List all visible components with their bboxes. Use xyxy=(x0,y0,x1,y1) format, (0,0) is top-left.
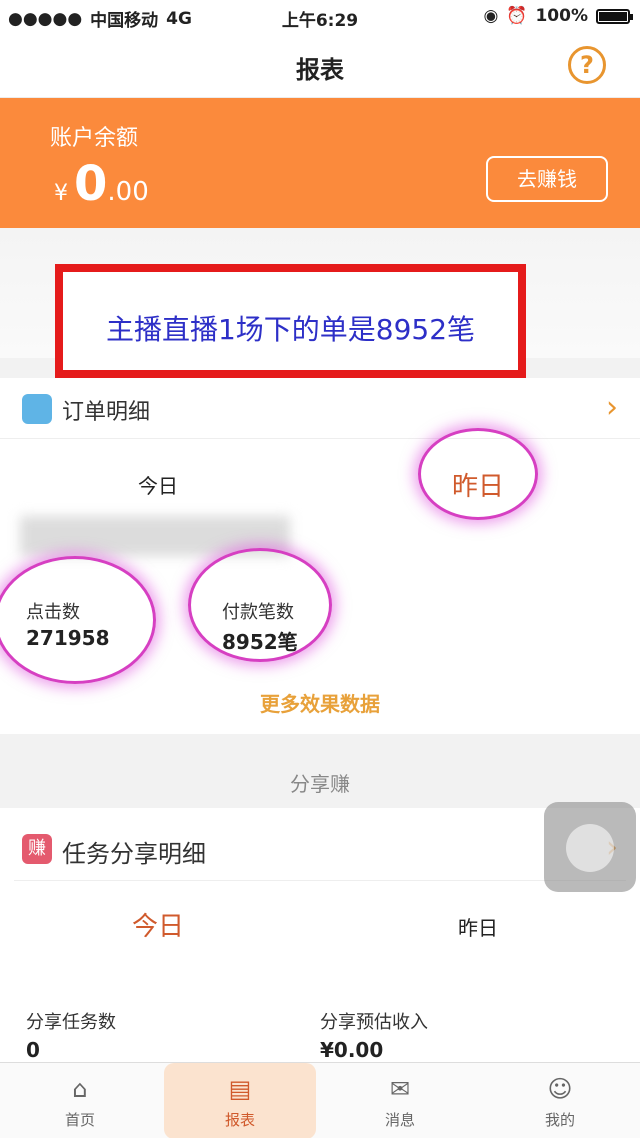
tab-profile-label: 我的 xyxy=(544,1111,575,1129)
share-earn-divider: 分享赚 xyxy=(290,772,350,796)
report-icon: ▤ xyxy=(228,1075,252,1103)
tab-profile[interactable]: ☺ 我的 xyxy=(480,1063,640,1138)
order-detail-title: 订单明细 xyxy=(62,400,151,425)
battery-icon xyxy=(596,8,633,24)
currency-symbol: ¥ xyxy=(54,181,68,206)
nav-bar: 报表 ? xyxy=(0,34,640,98)
account-balance-banner: 账户余额 ¥ 0 .00 去赚钱 xyxy=(0,98,640,228)
go-earn-button[interactable]: 去赚钱 xyxy=(486,156,608,202)
annotation-box: 主播直播1场下的单是8952笔 xyxy=(55,264,526,378)
tab-messages[interactable]: ✉ 消息 xyxy=(320,1063,480,1138)
balance-label: 账户余额 xyxy=(50,126,139,151)
order-detail-row[interactable]: 订单明细 › xyxy=(0,378,640,438)
tab-report-label: 报表 xyxy=(224,1111,255,1129)
highlight-circle xyxy=(0,556,156,684)
tab-today[interactable]: 今日 xyxy=(138,470,178,499)
divider xyxy=(0,438,640,439)
tab-yesterday[interactable]: 昨日 xyxy=(458,912,498,941)
stat-share-income-label: 分享预估收入 xyxy=(320,1012,428,1033)
balance-decimal: .00 xyxy=(107,177,149,207)
chevron-right-icon: › xyxy=(606,390,618,425)
message-icon: ✉ xyxy=(389,1075,411,1103)
alarm-icon: ⏰ xyxy=(506,6,528,26)
battery-label: 100% xyxy=(535,6,588,26)
earn-icon: 赚 xyxy=(22,834,52,864)
order-detail-icon xyxy=(22,394,52,424)
highlight-circle xyxy=(418,428,538,520)
order-detail-section: 订单明细 › 今日 昨日 点击数 271958 付款笔数 8952笔 更多效果数… xyxy=(0,378,640,734)
stat-share-tasks-value: 0 xyxy=(26,1038,40,1062)
status-bar: ●●●●● 中国移动 4G 上午6:29 ◉ ⏰ 100% xyxy=(0,0,640,34)
balance-amount: ¥ 0 .00 xyxy=(54,156,149,212)
more-data-link[interactable]: 更多效果数据 xyxy=(0,688,640,717)
help-icon[interactable]: ? xyxy=(568,46,606,84)
status-right: ◉ ⏰ 100% xyxy=(483,6,633,26)
tab-home[interactable]: ⌂ 首页 xyxy=(0,1063,160,1138)
balance-integer: 0 xyxy=(74,156,108,212)
stat-share-income-value: ¥0.00 xyxy=(320,1038,384,1062)
lock-rotation-icon: ◉ xyxy=(483,6,499,26)
tab-today[interactable]: 今日 xyxy=(132,906,184,943)
stat-share-tasks-label: 分享任务数 xyxy=(26,1012,116,1033)
divider xyxy=(14,880,626,881)
page-title: 报表 xyxy=(296,56,344,84)
assistive-touch-icon xyxy=(566,824,614,872)
home-icon: ⌂ xyxy=(72,1075,88,1103)
highlight-circle xyxy=(188,548,332,662)
tab-report[interactable]: ▤ 报表 xyxy=(164,1063,316,1138)
annotation-text: 主播直播1场下的单是8952笔 xyxy=(105,313,476,346)
floating-assistive-button[interactable] xyxy=(544,802,636,892)
bottom-tab-bar: ⌂ 首页 ▤ 报表 ✉ 消息 ☺ 我的 xyxy=(0,1062,640,1138)
share-detail-title: 任务分享明细 xyxy=(62,840,206,868)
tab-home-label: 首页 xyxy=(64,1111,95,1129)
tab-messages-label: 消息 xyxy=(384,1111,415,1129)
profile-icon: ☺ xyxy=(547,1075,573,1103)
